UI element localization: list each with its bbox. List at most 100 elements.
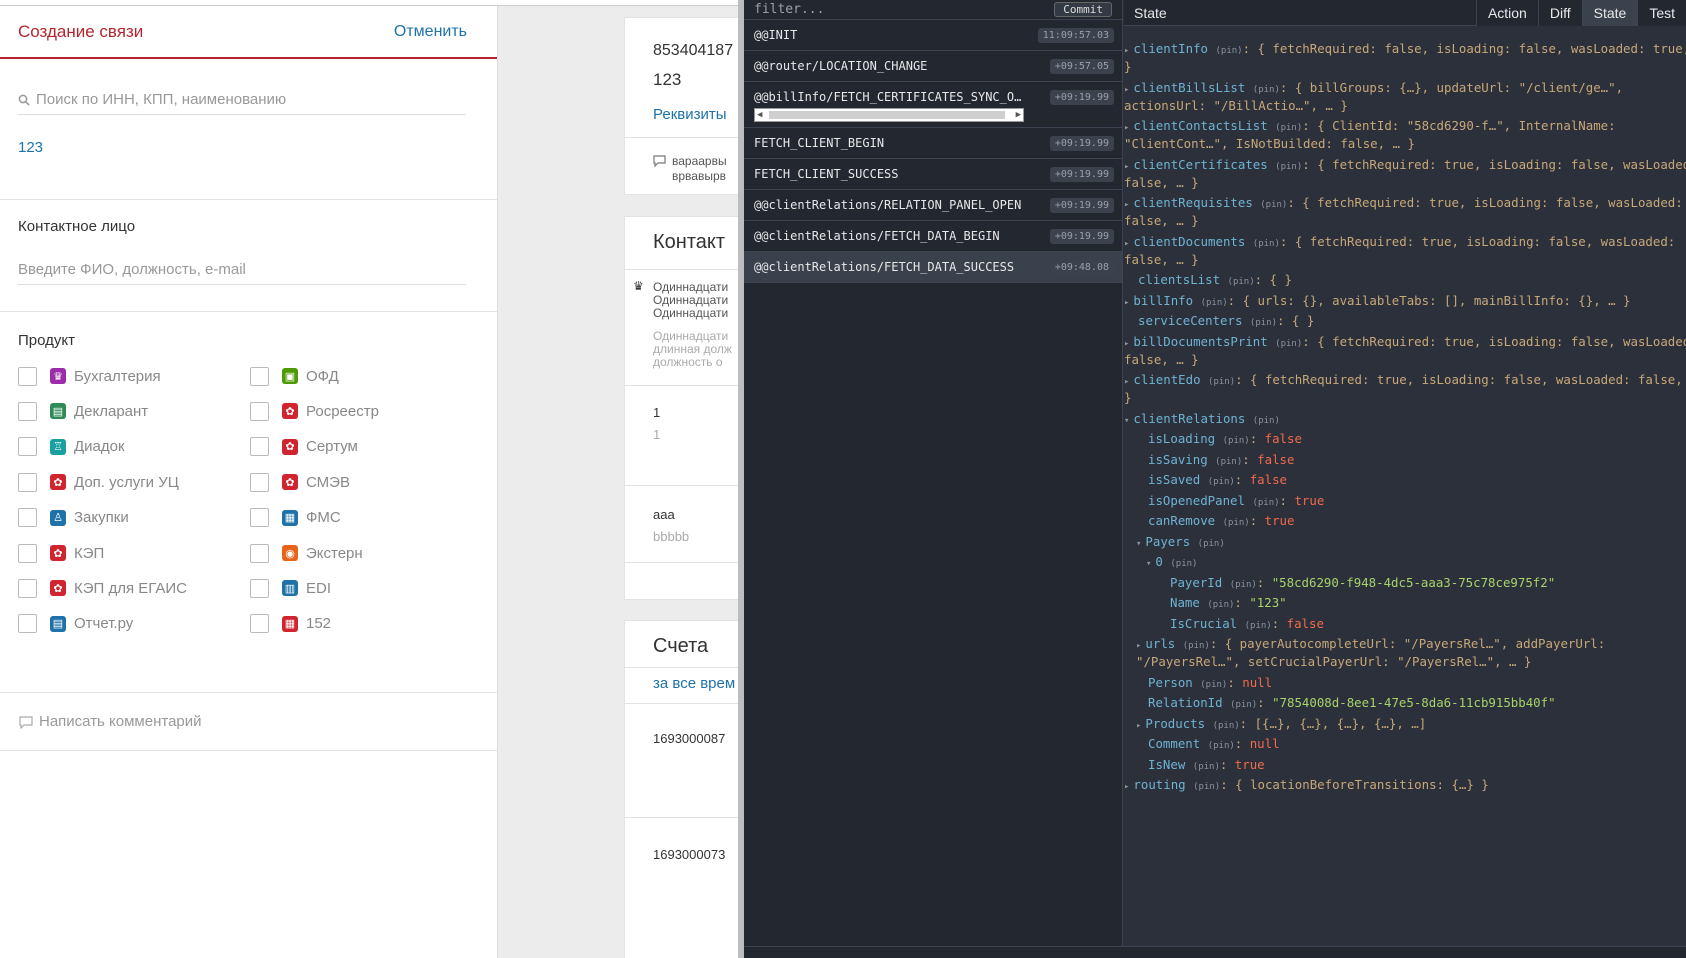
cancel-link[interactable]: Отменить bbox=[394, 23, 467, 41]
expand-arrow-icon: ▸ bbox=[1124, 46, 1130, 56]
product-checkbox-item[interactable]: ▣ ОФД bbox=[250, 365, 339, 387]
tab-diff[interactable]: Diff bbox=[1537, 0, 1582, 26]
product-checkbox-item[interactable]: ◉ Экстерн bbox=[250, 542, 363, 564]
contact-bbbbb: bbbbb bbox=[653, 529, 690, 544]
state-node-clientDocuments-cont: false, … } bbox=[1124, 251, 1199, 267]
action-item[interactable]: @@clientRelations/FETCH_DATA_BEGIN +09:19… bbox=[744, 221, 1122, 252]
product-checkbox-item[interactable]: ♖ Диадок bbox=[18, 436, 125, 458]
scroll-left-icon[interactable]: ◀ bbox=[757, 109, 762, 121]
contact-line-5: длинная долж bbox=[653, 342, 732, 356]
checkbox[interactable] bbox=[250, 472, 269, 492]
note-line-1: вараарвы bbox=[672, 154, 727, 168]
tab-state[interactable]: State bbox=[1581, 0, 1638, 26]
state-title: State bbox=[1134, 4, 1167, 21]
product-checkbox-item[interactable]: ♛ Бухгалтерия bbox=[18, 365, 161, 387]
product-checkbox-item[interactable]: ▦ ФМС bbox=[250, 507, 341, 529]
product-icon: ▤ bbox=[50, 615, 66, 632]
state-node-serviceCenters: serviceCenters (pin): { } bbox=[1138, 313, 1315, 328]
checkbox[interactable] bbox=[250, 614, 269, 634]
product-checkbox-item[interactable]: ▤ Отчет.ру bbox=[18, 613, 133, 635]
checkbox[interactable] bbox=[18, 401, 37, 421]
checkbox[interactable] bbox=[250, 578, 269, 598]
search-result-link[interactable]: 123 bbox=[18, 139, 497, 199]
product-checkbox-item[interactable]: ✿ СМЭВ bbox=[250, 471, 350, 493]
panel-title: Создание связи bbox=[18, 21, 144, 41]
product-checkbox-item[interactable]: ▦ 152 bbox=[250, 613, 331, 635]
product-label: Доп. услуги УЦ bbox=[74, 473, 179, 491]
action-item[interactable]: @@router/LOCATION_CHANGE +09:57.05 bbox=[744, 51, 1122, 82]
bills-period-link[interactable]: за все врем bbox=[653, 675, 735, 692]
scroll-thumb[interactable] bbox=[769, 111, 1005, 119]
product-checkbox-item[interactable]: ▤ Декларант bbox=[18, 400, 148, 422]
product-icon: ▣ bbox=[282, 368, 298, 384]
state-node-clientContactsList: ▸ clientContactsList (pin): { ClientId: "… bbox=[1124, 118, 1616, 133]
action-name: @@clientRelations/FETCH_DATA_BEGIN bbox=[754, 229, 1000, 243]
product-label: ОФД bbox=[306, 367, 339, 385]
checkbox[interactable] bbox=[18, 472, 37, 492]
expand-arrow-icon: ▸ bbox=[1136, 641, 1142, 651]
state-node-clientInfo: ▸ clientInfo (pin): { fetchRequired: fals… bbox=[1124, 41, 1686, 56]
checkbox[interactable] bbox=[250, 508, 269, 528]
product-checkbox-item[interactable]: ✿ Росреестр bbox=[250, 400, 379, 422]
scroll-right-icon[interactable]: ▶ bbox=[1016, 109, 1021, 121]
state-tree: ▸ clientInfo (pin): { fetchRequired: fals… bbox=[1124, 40, 1686, 920]
action-time: 11:09:57.03 bbox=[1037, 27, 1114, 43]
tab-action[interactable]: Action bbox=[1475, 0, 1538, 26]
product-label: Закупки bbox=[74, 509, 129, 527]
product-icon: ▦ bbox=[282, 615, 298, 632]
state-node-RelationId: RelationId (pin): "7854008d-8ee1-47e5-8d… bbox=[1148, 695, 1556, 710]
action-name: @@clientRelations/FETCH_DATA_SUCCESS bbox=[754, 260, 1015, 274]
product-icon: ▦ bbox=[282, 509, 298, 526]
expand-arrow-icon: ▸ bbox=[1124, 782, 1130, 792]
requisites-link[interactable]: Реквизиты bbox=[653, 106, 727, 123]
checkbox[interactable] bbox=[18, 543, 37, 563]
action-item[interactable]: FETCH_CLIENT_SUCCESS +09:19.99 bbox=[744, 159, 1122, 190]
action-item[interactable]: @@INIT 11:09:57.03 bbox=[744, 20, 1122, 51]
action-item[interactable]: @@clientRelations/FETCH_DATA_SUCCESS +09:… bbox=[744, 252, 1122, 283]
checkbox[interactable] bbox=[18, 578, 37, 598]
action-item[interactable]: @@billInfo/FETCH_CERTIFICATES_SYNC_O… +09… bbox=[744, 82, 1122, 128]
state-node-billInfo: ▸ billInfo (pin): { urls: {}, availableTa… bbox=[1124, 292, 1631, 308]
tab-test[interactable]: Test bbox=[1637, 0, 1686, 26]
checkbox[interactable] bbox=[18, 508, 37, 528]
checkbox[interactable] bbox=[250, 401, 269, 421]
search-placeholder: Поиск по ИНН, КПП, наименованию bbox=[36, 91, 287, 108]
product-checkbox-item[interactable]: ✿ КЭП для ЕГАИС bbox=[18, 577, 187, 599]
state-node-IsCrucial: IsCrucial (pin): false bbox=[1170, 615, 1324, 631]
search-input[interactable]: Поиск по ИНН, КПП, наименованию bbox=[18, 85, 466, 115]
action-item[interactable]: FETCH_CLIENT_BEGIN +09:19.99 bbox=[744, 128, 1122, 159]
product-label: Диадок bbox=[74, 438, 125, 456]
checkbox[interactable] bbox=[18, 437, 37, 457]
action-time: +09:19.99 bbox=[1049, 90, 1114, 105]
action-time: +09:19.99 bbox=[1049, 166, 1114, 182]
action-time: +09:19.99 bbox=[1049, 197, 1114, 213]
contact-input[interactable]: Введите ФИО, должность, e-mail bbox=[18, 255, 466, 285]
state-node-isSaved: isSaved (pin): false bbox=[1148, 472, 1288, 487]
state-node-clientBillsList: ▸ clientBillsList (pin): { billGroups: {…… bbox=[1124, 79, 1624, 95]
horizontal-scrollbar[interactable]: ◀ ▶ bbox=[754, 108, 1024, 122]
product-checkbox-item[interactable]: ✿ Доп. услуги УЦ bbox=[18, 471, 179, 493]
product-icon: ✿ bbox=[282, 403, 298, 420]
checkbox[interactable] bbox=[250, 543, 269, 563]
product-label: Декларант bbox=[74, 402, 149, 420]
bill-number[interactable]: 1693000073 bbox=[653, 847, 725, 862]
product-checkbox-item[interactable]: ▥ EDI bbox=[250, 577, 331, 599]
commit-button[interactable]: Commit bbox=[1054, 2, 1112, 17]
state-node-clientCertificates-cont: false, … } bbox=[1124, 174, 1199, 190]
bill-number[interactable]: 1693000087 bbox=[653, 731, 725, 746]
product-checkbox-item[interactable]: ✿ Сертум bbox=[250, 436, 358, 458]
checkbox[interactable] bbox=[18, 366, 37, 386]
checkbox[interactable] bbox=[250, 366, 269, 386]
write-comment-link[interactable]: Написать комментарий bbox=[0, 693, 497, 751]
action-list-pane: filter... Commit @@INIT 11:09:57.03 @@rout… bbox=[744, 0, 1123, 946]
checkbox[interactable] bbox=[250, 437, 269, 457]
checkbox[interactable] bbox=[18, 614, 37, 634]
expand-arrow-icon: ▸ bbox=[1124, 238, 1130, 249]
state-node-clientContactsList-cont: "ClientCont…", IsNotBuilded: false, … } bbox=[1124, 136, 1415, 151]
client-card-area: 853404187 123 Реквизиты вараарвы врвавыр… bbox=[498, 6, 744, 958]
filter-input[interactable]: filter... bbox=[754, 2, 824, 17]
product-checkbox-item[interactable]: ♙ Закупки bbox=[18, 507, 129, 529]
state-node-clientDocuments: ▸ clientDocuments (pin): { fetchRequired:… bbox=[1124, 233, 1676, 249]
action-item[interactable]: @@clientRelations/RELATION_PANEL_OPEN +09… bbox=[744, 190, 1122, 221]
product-checkbox-item[interactable]: ✿ КЭП bbox=[18, 542, 104, 564]
